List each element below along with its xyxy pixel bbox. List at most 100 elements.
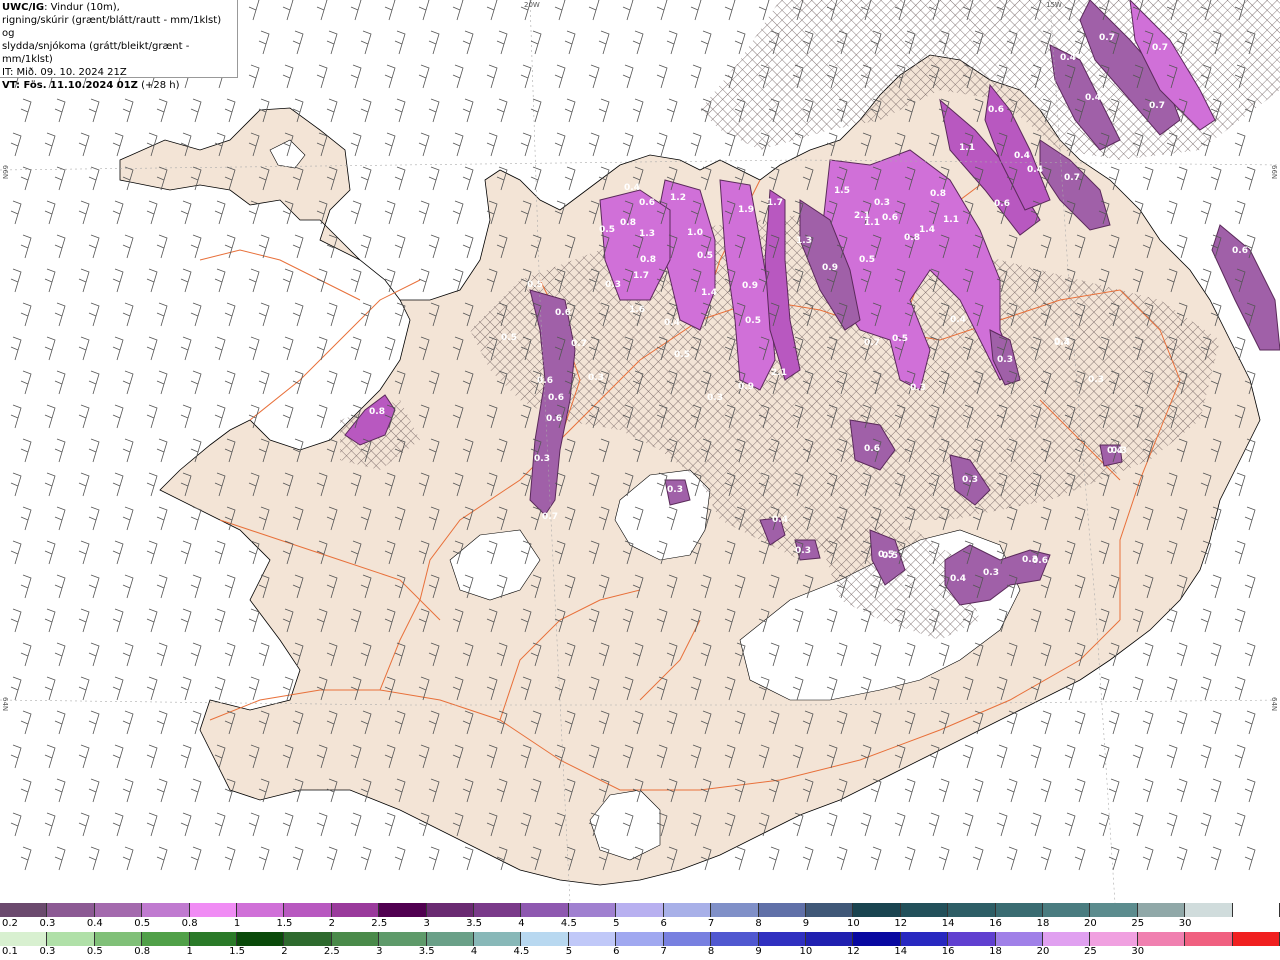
grid-label-64n-right: 64N — [1270, 697, 1278, 712]
precip-value-label: 0.3 — [962, 475, 978, 485]
precip-value-label: 1.4 — [919, 225, 935, 235]
legend-label: 2 — [328, 918, 336, 929]
precip-value-label: 0.5 — [882, 551, 898, 561]
legend-rain-labels: 0.1 0.3 0.5 0.8 1 1.5 2 2.5 3 3.5 4 4.5 5 6 7 8 9 10 12 14 1… — [0, 946, 1280, 958]
valid-time: VT: Fös. 11.10.2024 01Z — [2, 80, 138, 91]
precip-value-label: 0.4 — [1027, 165, 1043, 175]
precip-value-label: 1.3 — [796, 236, 812, 246]
legend-swatch — [189, 903, 238, 917]
precip-value-label: 0.3 — [534, 454, 550, 464]
legend-label: 8 — [707, 946, 715, 957]
precip-value-label: 0.3 — [997, 355, 1013, 365]
legend-label: 10 — [846, 918, 860, 929]
precip-value-label: 0.8 — [369, 407, 385, 417]
precip-value-label: 0.7 — [1064, 173, 1080, 183]
legend-label: 9 — [802, 918, 810, 929]
legend-label: 7 — [707, 918, 715, 929]
precip-value-label: 0.3 — [707, 393, 723, 403]
info-line1: : Vindur (10m), — [44, 2, 120, 13]
legend-swatch — [426, 903, 475, 917]
legend-label: 16 — [941, 946, 955, 957]
legend-swatch — [711, 932, 759, 946]
legend-label: 20 — [1083, 918, 1097, 929]
precip-value-label: 0.7 — [1152, 43, 1168, 53]
legend-swatch — [331, 903, 380, 917]
precip-value-label: 0.3 — [1088, 375, 1104, 385]
precip-value-label: 0.6 — [546, 414, 562, 424]
info-line2: rigning/skúrir (grænt/blátt/rautt - mm/1… — [2, 15, 222, 39]
precip-value-label: 0.6 — [555, 308, 571, 318]
precip-value-label: 0.5 — [892, 334, 908, 344]
init-time: IT: Mið. 09. 10. 2024 21Z — [2, 67, 127, 78]
precip-value-label: 0.5 — [859, 255, 875, 265]
legend-swatch — [1185, 932, 1233, 946]
legend-label: 6 — [660, 918, 667, 929]
precip-value-label: 0.5 — [527, 280, 543, 290]
precip-value-label: 0.7 — [571, 339, 587, 349]
precip-value-label: 1.7 — [767, 198, 783, 208]
info-line3: slydda/snjókoma (grátt/bleikt/grænt - mm… — [2, 41, 190, 65]
legend-swatch — [1090, 903, 1138, 917]
legend-snow-labels: 0.2 0.3 0.4 0.5 0.8 1 1.5 2 2.5 3 3.5 4 4.5 5 6 7 8 9 10 12… — [0, 918, 1280, 930]
grid-label-64n-left: 64N — [1, 697, 9, 712]
legend-swatch — [284, 903, 332, 917]
precip-value-label: 1.2 — [670, 193, 686, 203]
legend-swatch — [521, 932, 569, 946]
legend-swatch — [853, 903, 901, 917]
precip-value-label: 1.1 — [864, 218, 880, 228]
legend-swatch — [1185, 903, 1233, 917]
precip-value-label: 0.8 — [904, 233, 920, 243]
precip-value-label: 0.5 — [697, 251, 713, 261]
precip-value-label: 1.9 — [738, 205, 754, 215]
legend-swatch — [142, 903, 190, 917]
precip-value-label: 1.0 — [687, 228, 703, 238]
legend-swatch — [331, 932, 380, 946]
precip-value-label: 0.6 — [864, 444, 880, 454]
legend-swatch — [426, 932, 475, 946]
legend-label: 16 — [989, 918, 1002, 929]
legend-swatch — [900, 932, 949, 946]
precip-value-label: 0.6 — [994, 199, 1010, 209]
legend-swatch — [94, 903, 143, 917]
precip-value-label: 0.7 — [1149, 101, 1165, 111]
precip-value-label: 0.3 — [588, 373, 604, 383]
legend-label: 0.8 — [134, 946, 151, 957]
legend-swatch — [47, 932, 95, 946]
legend-label: 2 — [281, 946, 288, 957]
legend-swatch — [1042, 932, 1091, 946]
grid-label-20w: 20W — [524, 1, 540, 9]
legend-label: 2.5 — [323, 946, 340, 957]
legend-snow-colors — [0, 903, 1280, 917]
precip-value-label: 0.4 — [772, 515, 788, 525]
legend-label: 4.5 — [513, 946, 530, 957]
precip-value-label: 0.8 — [930, 189, 946, 199]
precip-value-label: 0.5 — [674, 350, 690, 360]
legend-swatch — [663, 903, 712, 917]
legend-label: 0.8 — [181, 918, 198, 929]
legend-swatch — [711, 903, 759, 917]
grid-label-15w: 15W — [1046, 1, 1062, 9]
precip-value-label: 0.6 — [988, 105, 1004, 115]
precip-value-label: 0.5 — [745, 316, 761, 326]
legend-label: 4.5 — [560, 918, 577, 929]
precip-value-label: 0.4 — [624, 183, 640, 193]
precip-value-label: 2.1 — [771, 368, 787, 378]
legend-label: 0.3 — [39, 918, 56, 929]
legend-label: 5 — [565, 946, 573, 957]
precip-value-label: 1.7 — [633, 271, 649, 281]
legend-label: 1.5 — [276, 918, 293, 929]
precip-value-label: 0.7 — [864, 338, 880, 348]
legend-swatch — [616, 903, 664, 917]
legend-swatch — [995, 932, 1043, 946]
precip-value-label: 0.7 — [1099, 33, 1115, 43]
legend-swatch — [237, 932, 285, 946]
legend-swatch — [189, 932, 238, 946]
legend-label: 3.5 — [466, 918, 483, 929]
legend-label: 6 — [613, 946, 620, 957]
legend-swatch — [805, 932, 854, 946]
legend-label: 14 — [941, 918, 955, 929]
precip-value-label: 0.4 — [1060, 53, 1076, 63]
legend-label: 4 — [518, 918, 525, 929]
legend-label: 25 — [1131, 918, 1145, 929]
precip-value-label: 0.4 — [664, 318, 680, 328]
